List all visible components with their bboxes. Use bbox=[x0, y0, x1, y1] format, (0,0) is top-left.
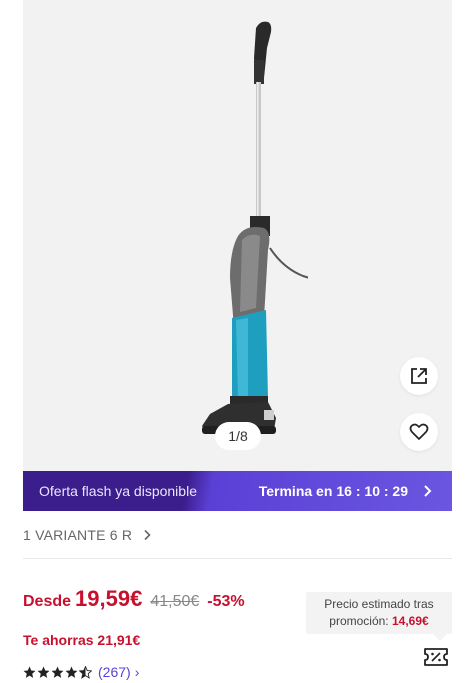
rating-row[interactable]: (267) › bbox=[23, 664, 139, 680]
star-half-icon bbox=[79, 665, 92, 679]
product-image-gallery[interactable]: 1/8 bbox=[23, 0, 452, 471]
star-icon bbox=[51, 666, 64, 678]
favorite-button[interactable] bbox=[400, 413, 438, 451]
promo-line1: Precio estimado tras bbox=[324, 597, 434, 611]
divider bbox=[23, 558, 452, 559]
flash-sale-banner[interactable]: Oferta flash ya disponible Termina en 16… bbox=[23, 471, 452, 511]
flash-sale-countdown: Termina en 16 : 10 : 29 bbox=[259, 483, 434, 499]
current-price: 19,59€ bbox=[75, 586, 143, 611]
promo-line2-label: promoción: bbox=[329, 614, 389, 628]
review-count: (267) bbox=[98, 664, 131, 680]
chevron-right-icon: › bbox=[134, 664, 140, 680]
promo-price-tooltip: Precio estimado tras promoción: 14,69€ bbox=[306, 592, 452, 641]
price-row: Desde 19,59€ 41,50€ -53% bbox=[23, 586, 245, 612]
countdown-label: Termina en bbox=[258, 483, 333, 499]
coupon-icon[interactable] bbox=[423, 646, 449, 668]
star-icon bbox=[65, 666, 78, 678]
star-icon bbox=[37, 666, 50, 678]
chevron-right-icon bbox=[424, 485, 432, 497]
chevron-right-icon bbox=[144, 529, 151, 541]
discount-badge: -53% bbox=[207, 593, 245, 610]
external-link-icon bbox=[411, 368, 427, 384]
heart-icon bbox=[409, 423, 429, 440]
original-price: 41,50€ bbox=[150, 593, 200, 610]
countdown-timer: 16 : 10 : 29 bbox=[336, 483, 408, 499]
share-button[interactable] bbox=[400, 357, 438, 395]
star-icon bbox=[23, 666, 36, 678]
product-image bbox=[202, 21, 308, 434]
savings-text: Te ahorras 21,91€ bbox=[23, 632, 141, 648]
variant-selector[interactable]: 1 VARIANTE 6 R bbox=[23, 523, 152, 547]
rating-stars bbox=[23, 665, 92, 679]
price-from-label: Desde bbox=[23, 593, 72, 610]
flash-sale-label: Oferta flash ya disponible bbox=[39, 483, 197, 499]
image-pager: 1/8 bbox=[215, 422, 261, 450]
variant-label: 1 VARIANTE 6 R bbox=[23, 527, 133, 543]
promo-line2: promoción: 14,69€ bbox=[306, 613, 452, 630]
promo-price: 14,69€ bbox=[392, 614, 429, 628]
